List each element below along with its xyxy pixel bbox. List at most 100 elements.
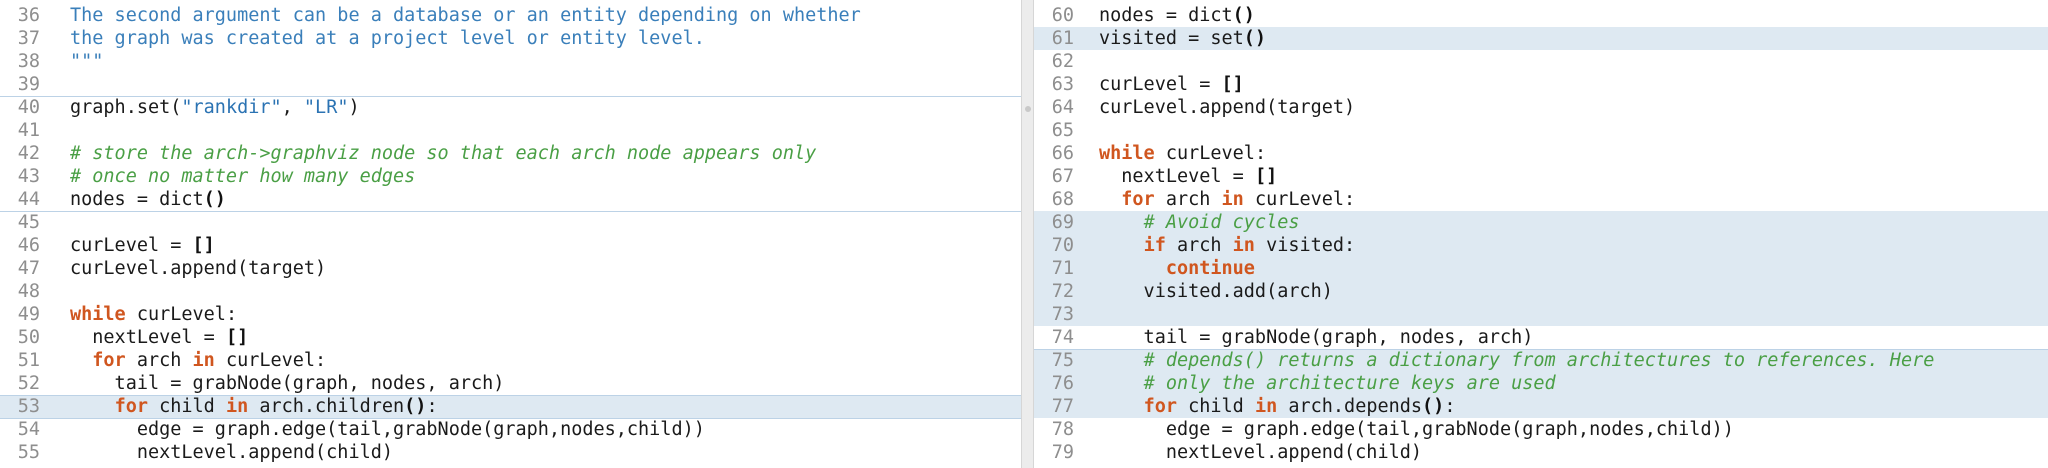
code-token: # store the arch->graphviz node so that … xyxy=(70,143,817,164)
line-number: 76 xyxy=(1051,373,1074,394)
line-number: 66 xyxy=(1051,143,1074,164)
right-code-pane[interactable]: 60 nodes = dict() 61 visited = set() 62 63 cur… xyxy=(1034,0,2048,468)
code-token: arch xyxy=(1165,235,1233,256)
code-line[interactable]: 77 for child in arch.depends(): xyxy=(1034,395,2048,418)
drag-handle-icon[interactable] xyxy=(1025,106,1031,112)
change-marker-line xyxy=(0,395,1021,396)
code-line[interactable]: 50 nextLevel = [] xyxy=(0,326,1021,349)
code-line[interactable]: 38 """ xyxy=(0,50,1021,73)
code-token: , xyxy=(281,97,304,118)
code-token: in xyxy=(225,396,249,417)
code-text: nextLevel.append(child) xyxy=(1099,441,1422,464)
code-text: if arch in visited: xyxy=(1099,234,1356,257)
code-text: for arch in curLevel: xyxy=(70,349,326,372)
code-line[interactable]: 37 the graph was created at a project lev… xyxy=(0,27,1021,50)
code-line[interactable]: 43 # once no matter how many edges xyxy=(0,165,1021,188)
code-token: curLevel = xyxy=(1099,74,1222,95)
code-line[interactable]: 60 nodes = dict() xyxy=(1034,4,2048,27)
code-token: while xyxy=(1099,143,1155,164)
code-text: tail = grabNode(graph, nodes, arch) xyxy=(1099,326,1534,349)
code-token: arch.children xyxy=(248,396,405,417)
code-line[interactable]: 65 xyxy=(1034,119,2048,142)
code-token: : xyxy=(426,396,438,417)
line-number: 79 xyxy=(1051,442,1074,463)
code-line[interactable]: 42 # store the arch->graphviz node so tha… xyxy=(0,142,1021,165)
code-line[interactable]: 61 visited = set() xyxy=(1034,27,2048,50)
code-token: for xyxy=(1121,189,1155,210)
code-line[interactable]: 79 nextLevel.append(child) xyxy=(1034,441,2048,464)
code-text: for child in arch.children(): xyxy=(70,395,438,418)
code-token: the graph was created at a project level… xyxy=(70,28,705,49)
code-line[interactable]: 49 while curLevel: xyxy=(0,303,1021,326)
code-token: edge = graph.edge(tail,grabNode(graph,no… xyxy=(1099,419,1734,440)
code-line[interactable]: 70 if arch in visited: xyxy=(1034,234,2048,257)
code-line[interactable]: 39 xyxy=(0,73,1021,96)
code-line[interactable]: 71 continue xyxy=(1034,257,2048,280)
code-line[interactable]: 62 xyxy=(1034,50,2048,73)
code-line[interactable]: 67 nextLevel = [] xyxy=(1034,165,2048,188)
code-line[interactable]: 75 # depends() returns a dictionary from… xyxy=(1034,349,2048,372)
code-token: while xyxy=(70,304,126,325)
code-line[interactable]: 40 graph.set("rankdir", "LR") xyxy=(0,96,1021,119)
left-code-pane[interactable]: 36 The second argument can be a database … xyxy=(0,0,1021,468)
code-line[interactable]: 47 curLevel.append(target) xyxy=(0,257,1021,280)
code-text: # depends() returns a dictionary from ar… xyxy=(1099,349,1935,372)
code-line[interactable]: 66 while curLevel: xyxy=(1034,142,2048,165)
code-line[interactable]: 53 for child in arch.children(): xyxy=(0,395,1021,418)
code-text: The second argument can be a database or… xyxy=(70,4,861,27)
code-token: graph.set( xyxy=(70,97,182,118)
pane-divider[interactable] xyxy=(1021,0,1034,468)
code-token: () xyxy=(404,396,427,417)
line-number: 49 xyxy=(17,304,40,325)
code-line[interactable]: 52 tail = grabNode(graph, nodes, arch) xyxy=(0,372,1021,395)
code-line[interactable]: 41 xyxy=(0,119,1021,142)
code-text: visited.add(arch) xyxy=(1099,280,1333,303)
code-line[interactable]: 46 curLevel = [] xyxy=(0,234,1021,257)
line-number: 51 xyxy=(17,350,40,371)
code-token: nodes = dict xyxy=(1099,5,1233,26)
code-token: ) xyxy=(348,97,360,118)
code-line[interactable]: 72 visited.add(arch) xyxy=(1034,280,2048,303)
line-number: 40 xyxy=(17,97,40,118)
code-token: visited = set xyxy=(1099,28,1244,49)
line-number: 43 xyxy=(17,166,40,187)
line-number: 70 xyxy=(1051,235,1074,256)
line-number: 61 xyxy=(1051,28,1074,49)
line-number: 69 xyxy=(1051,212,1074,233)
line-number: 71 xyxy=(1051,258,1074,279)
code-line[interactable]: 78 edge = graph.edge(tail,grabNode(graph… xyxy=(1034,418,2048,441)
code-line[interactable]: 55 nextLevel.append(child) xyxy=(0,441,1021,464)
line-number: 64 xyxy=(1051,97,1074,118)
code-token: tail = grabNode(graph, nodes, arch) xyxy=(1099,327,1534,348)
code-token: in xyxy=(1254,396,1278,417)
diff-view: 36 The second argument can be a database … xyxy=(0,0,2048,468)
line-number: 52 xyxy=(17,373,40,394)
line-number: 73 xyxy=(1051,304,1074,325)
code-token: child xyxy=(147,396,226,417)
code-line[interactable]: 69 # Avoid cycles xyxy=(1034,211,2048,234)
code-text: tail = grabNode(graph, nodes, arch) xyxy=(70,372,505,395)
code-line[interactable]: 36 The second argument can be a database … xyxy=(0,4,1021,27)
line-number: 74 xyxy=(1051,327,1074,348)
code-line[interactable]: 73 xyxy=(1034,303,2048,326)
code-line[interactable]: 51 for arch in curLevel: xyxy=(0,349,1021,372)
code-line[interactable]: 76 # only the architecture keys are used xyxy=(1034,372,2048,395)
code-line[interactable]: 54 edge = graph.edge(tail,grabNode(graph… xyxy=(0,418,1021,441)
code-token: () xyxy=(1232,5,1255,26)
code-line[interactable]: 74 tail = grabNode(graph, nodes, arch) xyxy=(1034,326,2048,349)
code-line[interactable]: 64 curLevel.append(target) xyxy=(1034,96,2048,119)
code-line[interactable]: 68 for arch in curLevel: xyxy=(1034,188,2048,211)
code-line[interactable]: 63 curLevel = [] xyxy=(1034,73,2048,96)
code-line[interactable]: 48 xyxy=(0,280,1021,303)
line-number: 75 xyxy=(1051,350,1074,371)
line-number: 63 xyxy=(1051,74,1074,95)
code-line[interactable]: 44 nodes = dict() xyxy=(0,188,1021,211)
line-number: 68 xyxy=(1051,189,1074,210)
code-token: nextLevel.append(child) xyxy=(1099,442,1423,463)
code-line[interactable]: 45 xyxy=(0,211,1021,234)
code-token: in xyxy=(192,350,215,371)
